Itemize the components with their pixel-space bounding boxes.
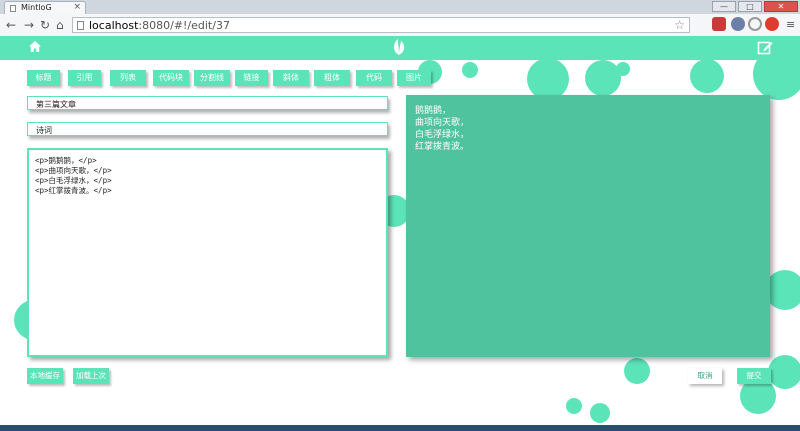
content-editor[interactable]: <p>鹅鹅鹅，</p> <p>曲项向天歌，</p> <p>白毛浮绿水，</p> … [27, 148, 388, 357]
edit-icon[interactable] [757, 39, 773, 55]
divider-button[interactable]: 分割线 [194, 70, 230, 86]
extension-icon[interactable] [731, 17, 745, 31]
extension-icon[interactable] [748, 17, 762, 31]
bg-bubble [765, 270, 800, 310]
preview-line: 鹅鹅鹅， [415, 106, 452, 116]
preview-pane: 鹅鹅鹅， 曲项向天歌， 白毛浮绿水， 红掌拨青波。 [406, 95, 770, 357]
extension-icon[interactable] [712, 17, 726, 31]
preview-line: 白毛浮绿水， [415, 130, 470, 140]
bg-bubble [616, 62, 630, 76]
editor-line: <p>白毛浮绿水，</p> [35, 176, 112, 185]
page-icon [77, 21, 84, 30]
reload-icon[interactable]: ↻ [40, 18, 50, 32]
code-block-button[interactable]: 代码块 [153, 70, 189, 86]
app-header [0, 36, 800, 60]
window-controls: — □ ✕ [712, 1, 798, 12]
tab-close-icon[interactable]: × [73, 2, 81, 12]
cancel-button[interactable]: 取消 [688, 368, 722, 384]
heading-button[interactable]: 标题 [27, 70, 60, 86]
browser-tab[interactable]: MintloG × [4, 1, 86, 14]
bookmark-star-icon[interactable]: ☆ [674, 18, 685, 32]
bg-bubble [690, 59, 724, 93]
bg-bubble [566, 398, 582, 414]
link-button[interactable]: 链接 [235, 70, 268, 86]
address-bar[interactable]: localhost:8080/#!/edit/37 ☆ [72, 17, 690, 33]
editor-line: <p>鹅鹅鹅，</p> [35, 156, 97, 165]
list-button[interactable]: 列表 [110, 70, 146, 86]
home-icon[interactable] [28, 40, 42, 53]
bg-bubble [768, 355, 800, 389]
maximize-button[interactable]: □ [738, 1, 762, 12]
page-icon [10, 5, 16, 12]
code-button[interactable]: 代码 [356, 70, 392, 86]
italic-button[interactable]: 斜体 [273, 70, 309, 86]
os-taskbar [0, 425, 800, 431]
title-input[interactable]: 第三篇文章 [27, 96, 388, 110]
forward-icon[interactable]: → [24, 18, 34, 32]
load-last-button[interactable]: 加载上次 [73, 368, 109, 384]
browser-titlebar: MintloG × — □ ✕ [0, 0, 800, 14]
bg-bubble [624, 358, 650, 384]
bg-bubble [527, 58, 569, 100]
opera-icon[interactable] [765, 17, 779, 31]
preview-line: 曲项向天歌， [415, 118, 470, 128]
back-icon[interactable]: ← [6, 18, 16, 32]
submit-button[interactable]: 提交 [737, 368, 771, 384]
editor-line: <p>曲项向天歌，</p> [35, 166, 112, 175]
image-button[interactable]: 图片 [397, 70, 431, 86]
leaf-logo-icon [390, 38, 408, 56]
bg-bubble [462, 62, 478, 78]
menu-icon[interactable]: ≡ [786, 18, 795, 32]
bold-button[interactable]: 粗体 [314, 70, 350, 86]
close-window-button[interactable]: ✕ [764, 1, 798, 12]
url-text: localhost:8080/#!/edit/37 [89, 19, 230, 32]
tab-title: MintloG [21, 3, 52, 12]
save-local-button[interactable]: 本地缓存 [27, 368, 63, 384]
quote-button[interactable]: 引用 [68, 70, 101, 86]
browser-toolbar: ← → ↻ ⌂ localhost:8080/#!/edit/37 ☆ ≡ [0, 14, 800, 37]
home-browser-icon[interactable]: ⌂ [56, 18, 64, 32]
category-input[interactable]: 诗词 [27, 122, 388, 136]
editor-line: <p>红掌拨青波。</p> [35, 186, 112, 195]
bg-bubble [590, 403, 610, 423]
preview-line: 红掌拨青波。 [415, 142, 470, 152]
minimize-button[interactable]: — [712, 1, 736, 12]
